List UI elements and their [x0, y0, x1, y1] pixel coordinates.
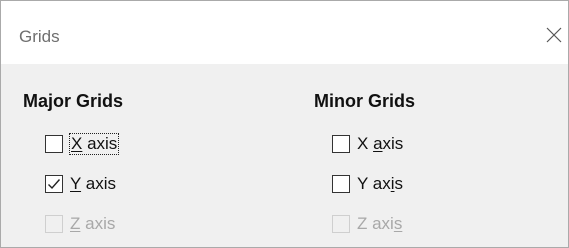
minor-z-axis-checkbox: Z axis	[332, 211, 402, 237]
minor-y-axis-checkbox[interactable]: Y axis	[332, 171, 403, 197]
minor-y-axis-label[interactable]: Y axis	[357, 174, 403, 194]
minor-x-axis-box[interactable]	[332, 135, 350, 153]
grids-dialog: Grids Major Grids X axis Y axis Z axis M…	[0, 0, 569, 248]
major-x-axis-checkbox[interactable]: X axis	[45, 131, 120, 157]
minor-grids-heading: Minor Grids	[314, 91, 416, 111]
major-z-axis-label: Z axis	[70, 214, 116, 233]
major-z-axis-box	[45, 215, 63, 233]
major-y-axis-label[interactable]: Y axis	[70, 174, 116, 194]
dialog-content: Major Grids X axis Y axis Z axis Minor G…	[1, 64, 568, 247]
minor-x-axis-label[interactable]: X axis	[357, 134, 403, 154]
major-y-axis-box[interactable]	[45, 175, 63, 193]
major-x-axis-box[interactable]	[45, 135, 63, 153]
minor-z-axis-box	[332, 215, 350, 233]
minor-z-axis-label: Z axis	[357, 214, 403, 233]
title-bar: Grids	[1, 1, 568, 64]
major-x-axis-label[interactable]: X axis	[68, 133, 120, 155]
minor-y-axis-box[interactable]	[332, 175, 350, 193]
checkmark-icon	[48, 179, 61, 190]
major-y-axis-checkbox[interactable]: Y axis	[45, 171, 116, 197]
minor-x-axis-checkbox[interactable]: X axis	[332, 131, 403, 157]
major-grids-heading: Major Grids	[23, 91, 124, 111]
dialog-title: Grids	[19, 27, 60, 46]
close-icon[interactable]	[540, 21, 568, 49]
major-z-axis-checkbox: Z axis	[45, 211, 115, 237]
